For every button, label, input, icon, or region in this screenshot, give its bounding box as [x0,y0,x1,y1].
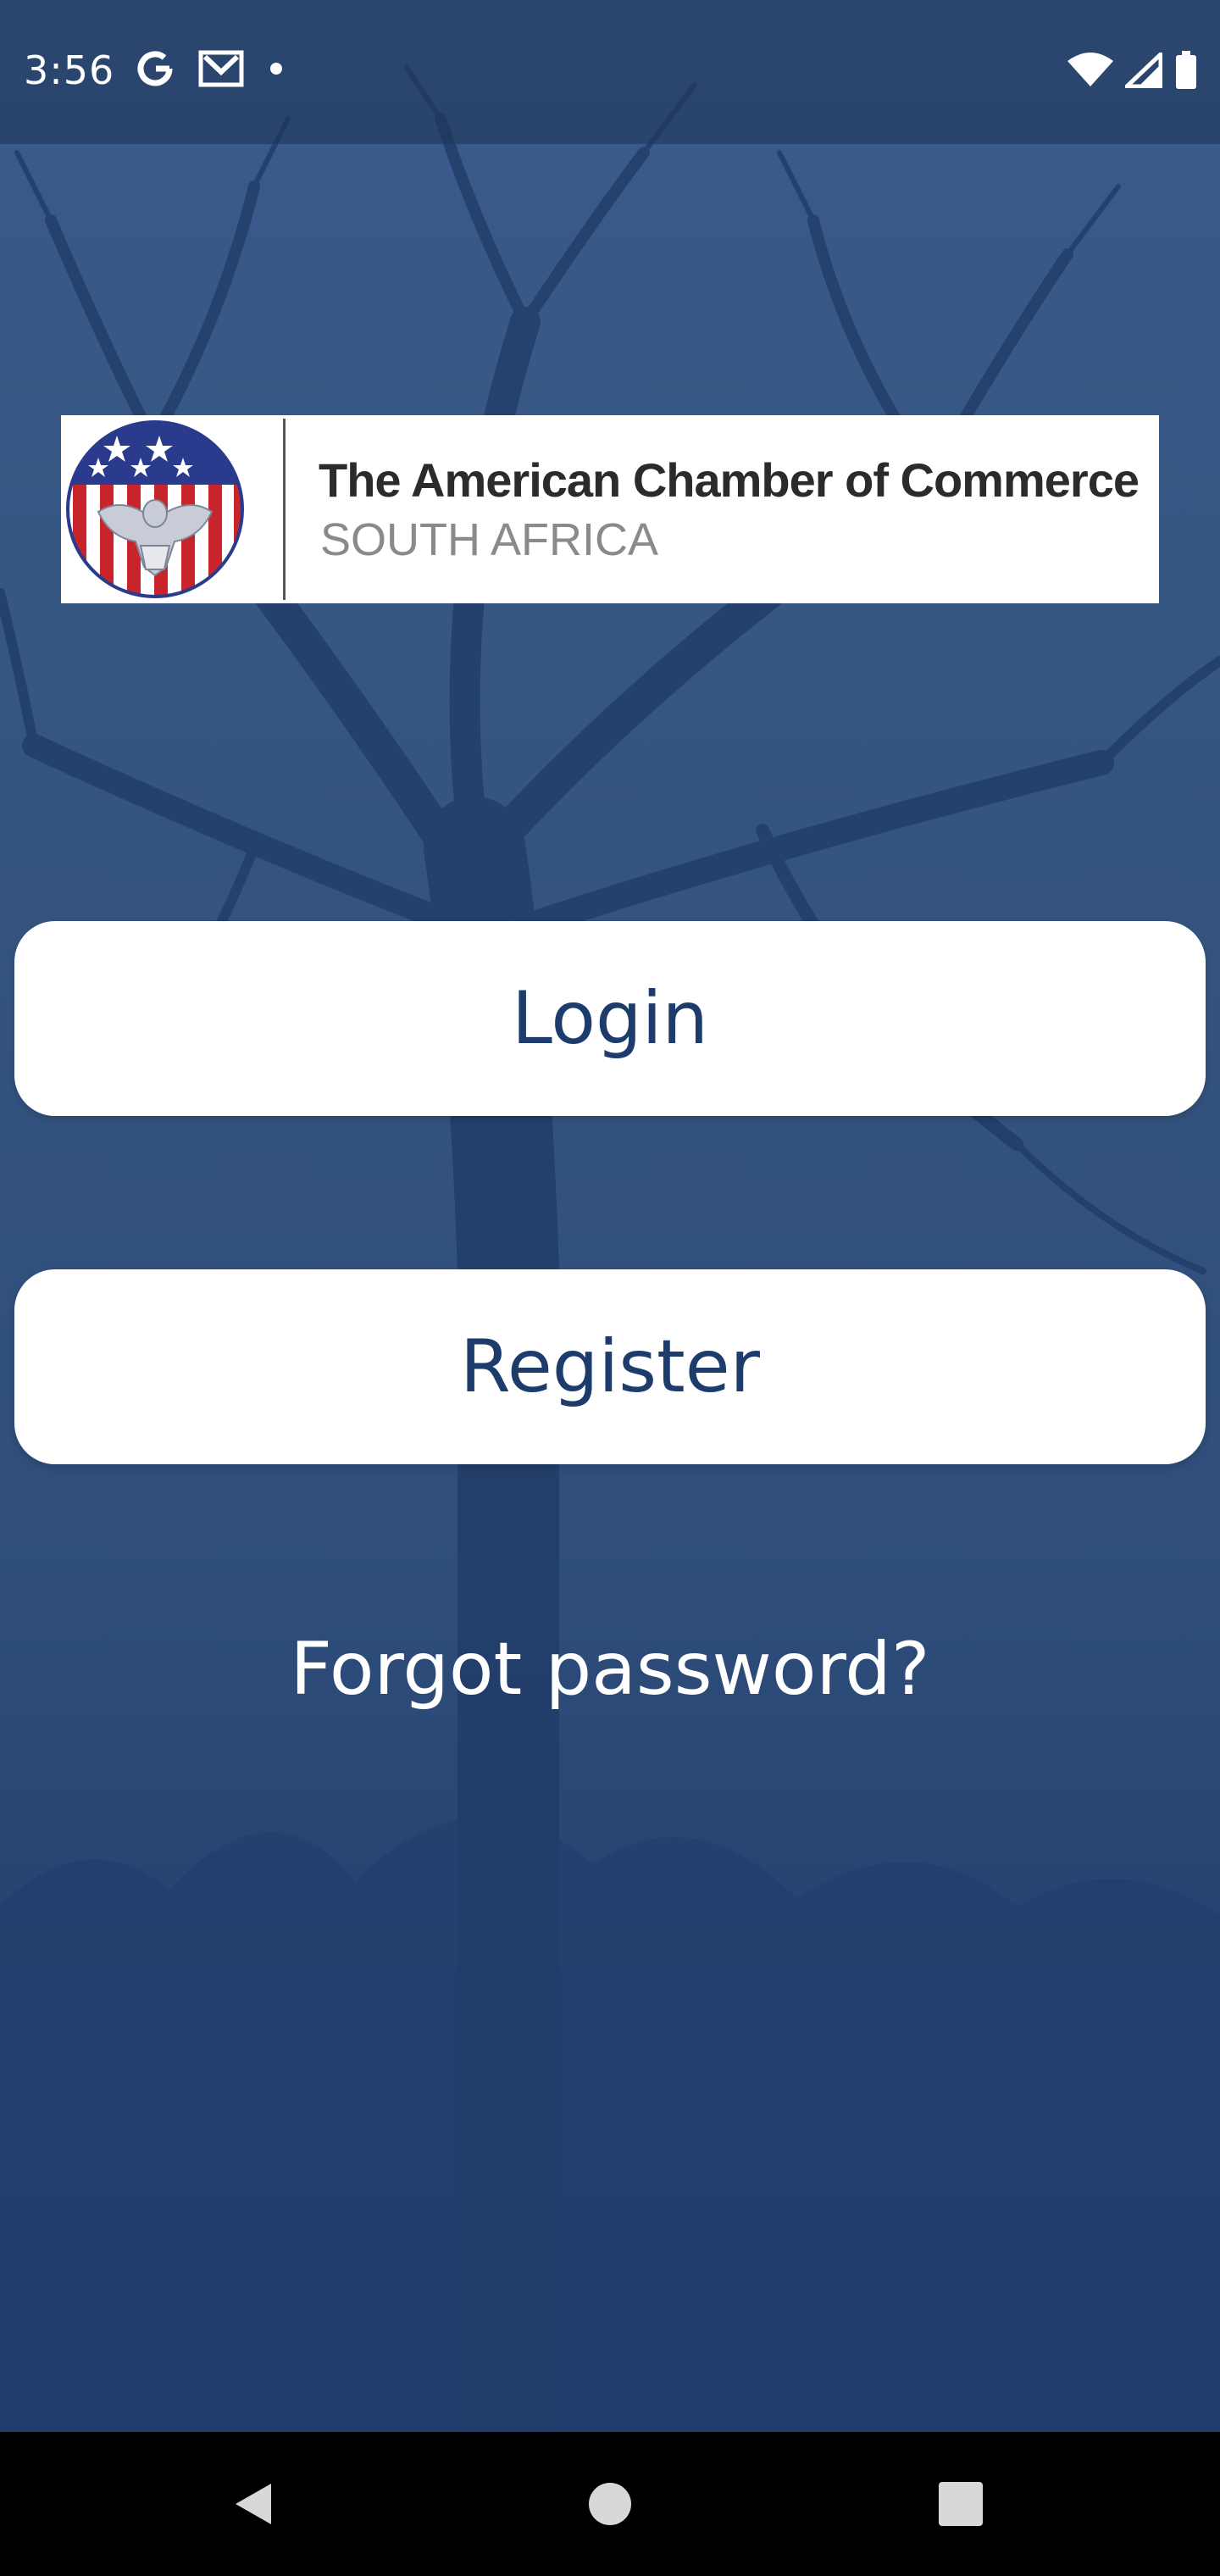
system-nav-bar [0,2432,1220,2576]
logo-divider [283,419,286,600]
login-screen: 3:56 The American Chamber of Commerce SO… [0,0,1220,2576]
logo-title: The American Chamber of Commerce [319,453,1140,507]
status-left-icons [136,49,285,92]
recents-icon [939,2482,983,2526]
gmail-icon [198,50,244,91]
google-icon [136,49,175,92]
nav-home-button[interactable] [542,2432,678,2576]
wifi-icon [1068,53,1113,92]
cell-signal-icon [1121,49,1163,92]
login-button[interactable]: Login [14,921,1206,1116]
status-time: 3:56 [24,47,115,93]
status-bar: 3:56 [0,0,1220,144]
battery-icon [1174,51,1198,93]
back-icon [236,2484,271,2524]
tree-background-image [0,65,1220,2432]
amcham-logo-banner: The American Chamber of Commerce SOUTH A… [61,415,1159,603]
notification-dot-icon [268,60,285,80]
home-icon [589,2483,631,2525]
nav-back-button[interactable] [186,2432,322,2576]
logo-subtitle: SOUTH AFRICA [320,514,659,565]
amcham-seal-logo [66,420,244,598]
forgot-password-link[interactable]: Forgot password? [0,1627,1220,1712]
status-right-icons [1068,49,1198,93]
nav-recents-button[interactable] [893,2432,1029,2576]
register-button[interactable]: Register [14,1269,1206,1464]
